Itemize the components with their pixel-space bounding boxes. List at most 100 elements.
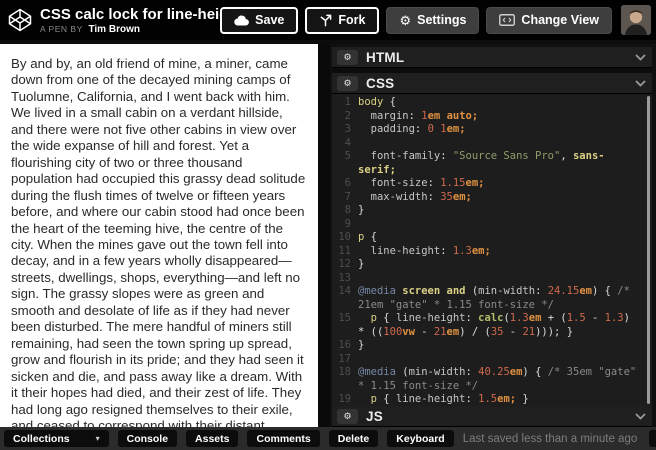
avatar[interactable] (621, 5, 651, 35)
code-text: p { line-height: 1.5em; } (358, 393, 642, 406)
css-code-line[interactable]: 18@media (min-width: 40.25em) { /* 35em … (332, 366, 642, 393)
footer-button-comments[interactable]: Comments (247, 430, 319, 447)
line-number: 10 (332, 231, 358, 245)
preview-paragraph: By and by, an old friend of mine, a mine… (11, 56, 306, 427)
line-number: 13 (332, 272, 358, 286)
css-editor-header[interactable]: ⚙ CSS (332, 73, 652, 94)
js-editor-header[interactable]: ⚙ JS (332, 406, 652, 427)
line-number: 17 (332, 353, 358, 367)
css-code-line[interactable]: 8} (332, 204, 642, 218)
line-number: 18 (332, 366, 358, 393)
css-code-line[interactable]: 15 p { line-height: calc(1.3em + (1.5 - … (332, 312, 642, 339)
caret-down-icon: ▾ (96, 434, 100, 443)
code-text: margin: 1em auto; (358, 110, 642, 124)
code-text: font-family: "Source Sans Pro", sans-ser… (358, 150, 642, 177)
html-collapse-chevron-icon[interactable] (635, 54, 646, 61)
css-collapse-chevron-icon[interactable] (635, 80, 646, 87)
line-number: 5 (332, 150, 358, 177)
css-code-line[interactable]: 6 font-size: 1.15em; (332, 177, 642, 191)
code-text: padding: 0 1em; (358, 123, 642, 137)
code-text: } (358, 339, 642, 353)
css-code-editor[interactable]: 1body {2 margin: 1em auto;3 padding: 0 1… (332, 94, 652, 406)
js-settings-gear-icon[interactable]: ⚙ (337, 409, 358, 424)
save-label: Save (255, 13, 284, 27)
code-text: p { (358, 231, 642, 245)
css-code-line[interactable]: 11 line-height: 1.3em; (332, 245, 642, 259)
css-code-line[interactable]: 17 (332, 353, 642, 367)
css-code-line[interactable]: 14@media screen and (min-width: 24.15em)… (332, 285, 642, 312)
html-editor-header[interactable]: ⚙ HTML (332, 47, 652, 68)
css-code-line[interactable]: 16} (332, 339, 642, 353)
code-text (358, 137, 642, 151)
line-number: 14 (332, 285, 358, 312)
footer-button-console[interactable]: Console (118, 430, 177, 447)
settings-button[interactable]: ⚙ Settings (386, 7, 479, 34)
fork-icon (319, 14, 332, 27)
fork-button[interactable]: Fork (305, 7, 379, 34)
line-number: 1 (332, 96, 358, 110)
author-link[interactable]: Tim Brown (88, 24, 139, 35)
css-code-line[interactable]: 5 font-family: "Source Sans Pro", sans-s… (332, 150, 642, 177)
footer-button-delete[interactable]: Delete (329, 430, 379, 447)
html-settings-gear-icon[interactable]: ⚙ (337, 50, 358, 65)
change-view-label: Change View (521, 13, 599, 27)
footer-button-keyboard[interactable]: Keyboard (387, 430, 453, 447)
pen-title: CSS calc lock for line-height (40, 6, 243, 23)
footer-button-share[interactable]: Share (649, 430, 656, 447)
css-code-line[interactable]: 3 padding: 0 1em; (332, 123, 642, 137)
code-text (358, 272, 642, 286)
save-status-text: Last saved less than a minute ago (463, 433, 638, 445)
css-code-line[interactable]: 2 margin: 1em auto; (332, 110, 642, 124)
footer-right-buttons: ShareExportEmbed (649, 430, 656, 447)
top-header: CSS calc lock for line-height ✎ A PEN BY… (0, 0, 656, 40)
save-button[interactable]: Save (220, 7, 298, 34)
footer-bar: Collections▾ Console Assets Comments Delete K… (0, 427, 656, 450)
html-editor-label: HTML (366, 50, 404, 65)
layout-view-icon (499, 14, 515, 26)
code-text: } (358, 258, 642, 272)
css-settings-gear-icon[interactable]: ⚙ (337, 76, 358, 91)
line-number: 12 (332, 258, 358, 272)
css-code-line[interactable]: 9 (332, 218, 642, 232)
line-number: 16 (332, 339, 358, 353)
settings-label: Settings (417, 13, 466, 27)
change-view-button[interactable]: Change View (486, 7, 612, 34)
byline: A PEN BY Tim Brown (40, 24, 213, 35)
line-number: 15 (332, 312, 358, 339)
code-text: body { (358, 96, 642, 110)
css-code-line[interactable]: 19 p { line-height: 1.5em; } (332, 393, 642, 406)
line-number: 19 (332, 393, 358, 406)
footer-button-assets[interactable]: Assets (186, 430, 238, 447)
cloud-icon (234, 15, 249, 26)
css-code-line[interactable]: 13 (332, 272, 642, 286)
line-number: 9 (332, 218, 358, 232)
code-text: @media (min-width: 40.25em) { /* 35em "g… (358, 366, 642, 393)
preview-pane: By and by, an old friend of mine, a mine… (0, 44, 318, 427)
code-text: max-width: 35em; (358, 191, 642, 205)
editor-column: ⚙ HTML ⚙ CSS 1body {2 margin: 1em auto;3… (330, 44, 656, 427)
fork-label: Fork (338, 13, 365, 27)
css-code-line[interactable]: 1body { (332, 96, 642, 110)
code-text: } (358, 204, 642, 218)
line-number: 8 (332, 204, 358, 218)
line-number: 2 (332, 110, 358, 124)
main-area: By and by, an old friend of mine, a mine… (0, 44, 656, 427)
gear-icon: ⚙ (399, 14, 411, 27)
css-code-line[interactable]: 4 (332, 137, 642, 151)
css-code-line[interactable]: 10p { (332, 231, 642, 245)
pane-resizer[interactable] (318, 44, 330, 427)
code-text: @media screen and (min-width: 24.15em) {… (358, 285, 642, 312)
line-number: 7 (332, 191, 358, 205)
js-collapse-chevron-icon[interactable] (635, 413, 646, 420)
css-code-line[interactable]: 12} (332, 258, 642, 272)
byline-prefix: A PEN BY (40, 24, 83, 34)
code-text: line-height: 1.3em; (358, 245, 642, 259)
css-code-line[interactable]: 7 max-width: 35em; (332, 191, 642, 205)
footer-button-collections[interactable]: Collections▾ (4, 430, 109, 447)
code-text (358, 218, 642, 232)
code-text: font-size: 1.15em; (358, 177, 642, 191)
title-block: CSS calc lock for line-height ✎ A PEN BY… (40, 6, 213, 35)
css-editor-scrollbar[interactable] (647, 96, 650, 404)
codepen-logo-icon[interactable] (8, 8, 32, 32)
line-number: 3 (332, 123, 358, 137)
